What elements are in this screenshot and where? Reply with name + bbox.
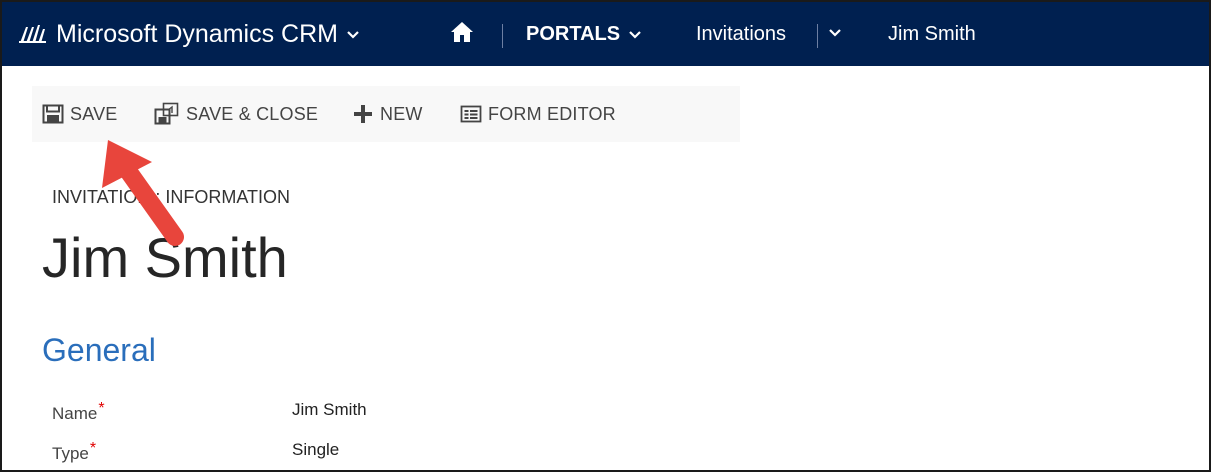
entity-menu-chevron[interactable] [828,2,842,66]
field-label-type: Type* [52,440,96,464]
top-navigation-bar: Microsoft Dynamics CRM PORTALS Invitatio… [2,2,1209,66]
crm-window: Microsoft Dynamics CRM PORTALS Invitatio… [0,0,1211,472]
app-title: Microsoft Dynamics CRM [56,19,338,48]
dynamics-logo-icon [18,23,48,45]
nav-record-jim-smith[interactable]: Jim Smith [888,2,976,66]
field-label-text: Type [52,444,89,463]
chevron-down-icon [628,27,642,43]
form-editor-label: FORM EDITOR [488,103,616,124]
save-icon [42,104,64,124]
new-button[interactable]: NEW [352,86,423,142]
area-label: PORTALS [526,22,621,45]
save-close-label: SAVE & CLOSE [186,103,319,124]
type-field[interactable]: Single [292,440,339,460]
plus-icon [352,103,374,125]
nav-entity-invitations[interactable]: Invitations [696,2,786,66]
required-marker: * [89,440,97,457]
form-editor-icon [460,104,482,124]
new-label: NEW [380,103,423,124]
form-editor-button[interactable]: FORM EDITOR [460,86,616,142]
home-icon [450,21,474,48]
required-marker: * [98,400,105,417]
name-field[interactable]: Jim Smith [292,400,367,420]
record-label: Jim Smith [888,22,976,45]
save-close-icon [154,102,180,126]
field-label-name: Name* [52,400,105,424]
app-switcher[interactable]: Microsoft Dynamics CRM [18,2,360,66]
nav-separator [817,24,818,48]
save-label: SAVE [70,103,118,124]
home-button[interactable] [450,2,474,66]
chevron-down-icon [346,27,360,43]
annotation-arrow [102,140,184,246]
field-label-text: Name [52,404,98,423]
chevron-down-icon [828,25,842,43]
section-title-general: General [42,332,156,368]
nav-separator [502,24,503,48]
entity-label: Invitations [696,22,787,45]
area-portals[interactable]: PORTALS [526,2,642,66]
